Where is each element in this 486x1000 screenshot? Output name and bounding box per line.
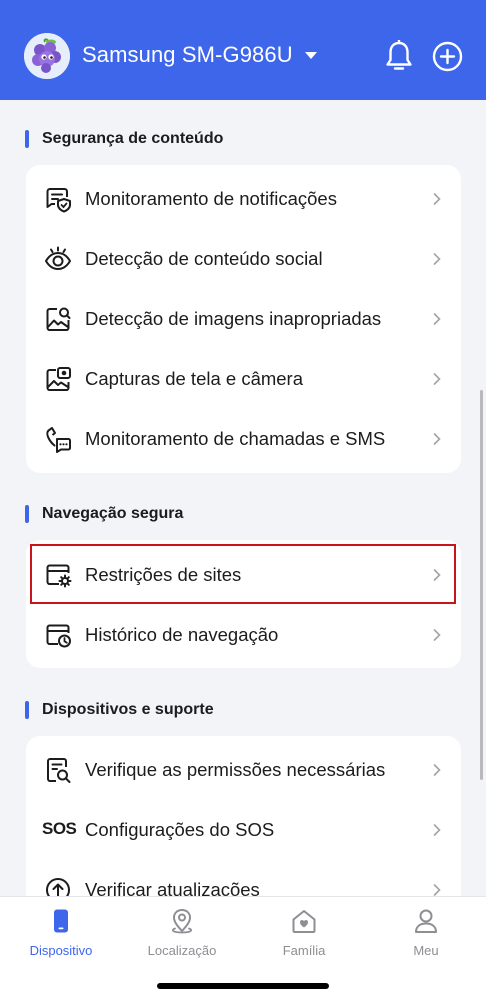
person-icon <box>415 909 437 933</box>
scrollbar[interactable] <box>480 390 483 780</box>
tab-device[interactable]: Dispositivo <box>11 907 111 967</box>
screenshot-camera-icon <box>46 367 71 391</box>
bell-icon[interactable] <box>384 40 414 72</box>
tab-label: Dispositivo <box>29 943 93 958</box>
menu-item-calls-sms-monitoring[interactable]: Monitoramento de chamadas e SMS <box>26 409 461 469</box>
chevron-right-icon <box>433 373 441 385</box>
chevron-right-icon <box>433 629 441 641</box>
call-sms-icon <box>46 427 71 453</box>
menu-item-label: Detecção de imagens inapropriadas <box>85 308 382 329</box>
menu-item-label: Verifique as permissões necessárias <box>85 759 386 780</box>
tab-label: Meu <box>413 943 439 958</box>
chevron-right-icon <box>433 313 441 325</box>
menu-item-notification-monitoring[interactable]: Monitoramento de notificações <box>26 169 461 229</box>
chevron-right-icon <box>433 193 441 205</box>
content-safety-card: Monitoramento de notificações Detecção d… <box>26 165 461 473</box>
tab-label: Família <box>282 943 326 958</box>
section-title-devices-support: Dispositivos e suporte <box>25 700 214 720</box>
menu-item-social-content-detection[interactable]: Detecção de conteúdo social <box>26 229 461 289</box>
browser-history-icon <box>46 624 71 648</box>
menu-item-label: Configurações do SOS <box>85 819 275 840</box>
sos-icon: SOS <box>42 819 77 838</box>
tab-location[interactable]: Localização <box>132 907 232 967</box>
permission-check-icon <box>47 758 71 783</box>
tab-label: Localização <box>147 943 217 958</box>
phone-icon <box>54 909 68 933</box>
app-header: Samsung SM-G986U <box>0 0 486 100</box>
chevron-down-icon[interactable] <box>305 52 317 59</box>
avatar[interactable] <box>24 33 70 79</box>
chevron-right-icon <box>433 253 441 265</box>
menu-item-check-permissions[interactable]: Verifique as permissões necessárias <box>26 740 461 800</box>
chevron-right-icon <box>433 764 441 776</box>
menu-item-label: Histórico de navegação <box>85 624 279 645</box>
chevron-right-icon <box>433 433 441 445</box>
menu-item-screenshots-camera[interactable]: Capturas de tela e câmera <box>26 349 461 409</box>
tab-me[interactable]: Meu <box>376 907 476 967</box>
home-indicator <box>157 983 329 989</box>
menu-item-inappropriate-image-detection[interactable]: Detecção de imagens inapropriadas <box>26 289 461 349</box>
menu-item-label: Monitoramento de notificações <box>85 188 337 209</box>
chevron-right-icon <box>433 884 441 896</box>
menu-item-label: Detecção de conteúdo social <box>85 248 323 269</box>
menu-item-label: Capturas de tela e câmera <box>85 368 304 389</box>
menu-item-browsing-history[interactable]: Histórico de navegação <box>26 605 461 665</box>
family-home-icon <box>292 910 316 933</box>
image-search-icon <box>46 307 71 331</box>
notification-shield-icon <box>46 188 71 213</box>
devices-support-card: Verifique as permissões necessárias SOS … <box>26 736 461 916</box>
menu-item-label: Monitoramento de chamadas e SMS <box>85 428 386 449</box>
section-title-content-safety: Segurança de conteúdo <box>25 129 223 149</box>
plus-circle-icon[interactable] <box>432 41 463 72</box>
chevron-right-icon <box>433 824 441 836</box>
tab-family[interactable]: Família <box>254 907 354 967</box>
menu-item-sos-settings[interactable]: SOS Configurações do SOS <box>26 800 461 860</box>
selection-highlight <box>30 544 456 604</box>
eye-icon <box>45 246 71 270</box>
section-title-safe-browsing: Navegação segura <box>25 504 183 524</box>
device-selector-title[interactable]: Samsung SM-G986U <box>82 42 293 68</box>
location-pin-icon <box>172 909 192 934</box>
